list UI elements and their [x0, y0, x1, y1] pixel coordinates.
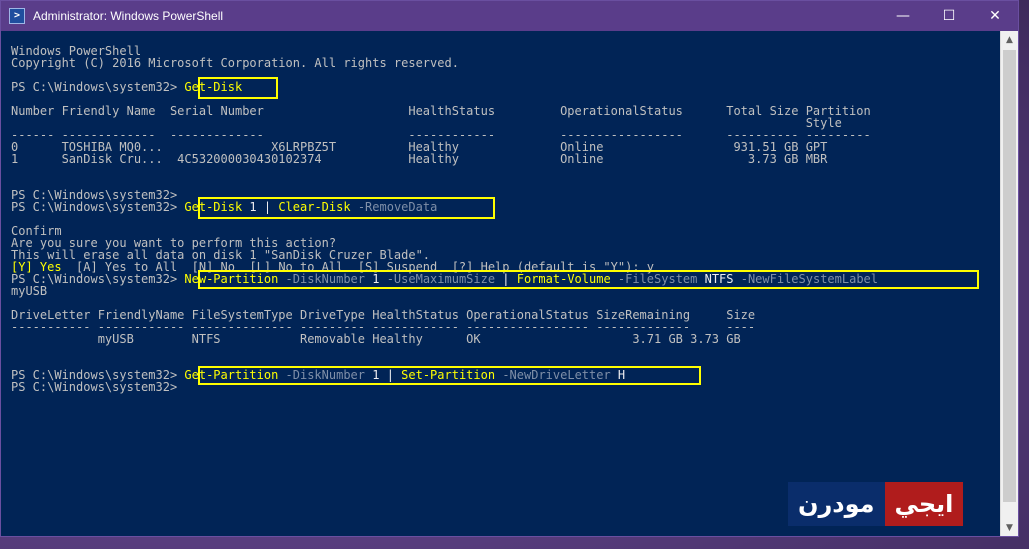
console-text: PS C:\Windows\system32>: [11, 80, 185, 94]
console-text: |: [495, 272, 517, 286]
close-button[interactable]: ✕: [972, 1, 1018, 31]
scroll-thumb[interactable]: [1003, 50, 1016, 502]
console-text: Get-Partition: [184, 368, 279, 382]
console-text: myUSB NTFS Removable Healthy OK 3.71 GB …: [11, 332, 741, 346]
console-text: -DiskNumber: [278, 272, 366, 286]
console-line: PS C:\Windows\system32> New-Partition -D…: [11, 273, 996, 285]
console-line: PS C:\Windows\system32>: [11, 381, 996, 393]
console-text: NTFS: [697, 272, 734, 286]
console-text: 1 SanDisk Cru... 4C532000030430102374 He…: [11, 152, 828, 166]
console-text: PS C:\Windows\system32>: [11, 200, 185, 214]
console-text: 1: [242, 200, 264, 214]
console-text: |: [386, 368, 394, 382]
watermark-logo: مودرن ايجي: [788, 482, 964, 526]
scroll-down-icon[interactable]: ▼: [1001, 519, 1018, 536]
console-text: -FileSystem: [610, 272, 698, 286]
console-text: -NewFileSystemLabel: [733, 272, 878, 286]
console-output[interactable]: Windows PowerShell Copyright (C) 2016 Mic…: [11, 45, 996, 535]
vertical-scrollbar[interactable]: ▲ ▼: [1000, 31, 1018, 536]
scroll-up-icon[interactable]: ▲: [1001, 31, 1018, 48]
console-text: Copyright (C) 2016 Microsoft Corporation…: [11, 56, 459, 70]
title-bar[interactable]: > Administrator: Windows PowerShell — ☐ …: [1, 1, 1018, 31]
console-text: PS C:\Windows\system32>: [11, 380, 178, 394]
console-text: Format-Volume: [516, 272, 611, 286]
console-line: PS C:\Windows\system32> Get-Disk 1 | Cle…: [11, 201, 996, 213]
powershell-icon: >: [9, 8, 25, 24]
console-text: -RemoveData: [350, 200, 438, 214]
console-text: -UseMaximumSize: [379, 272, 496, 286]
console-text: Set-Partition: [393, 368, 496, 382]
maximize-button[interactable]: ☐: [926, 1, 972, 31]
minimize-button[interactable]: —: [880, 1, 926, 31]
console-text: 1: [365, 272, 380, 286]
console-text: New-Partition: [184, 272, 279, 286]
logo-text-part1: مودرن: [788, 482, 885, 526]
window-title: Administrator: Windows PowerShell: [33, 9, 224, 23]
logo-text-part2: ايجي: [884, 482, 964, 526]
console-text: -DiskNumber: [278, 368, 366, 382]
console-text: Get-Disk: [184, 80, 243, 94]
console-text: H: [610, 368, 626, 382]
console-line: Copyright (C) 2016 Microsoft Corporation…: [11, 57, 996, 69]
console-text: -NewDriveLetter: [495, 368, 611, 382]
console-line: 1 SanDisk Cru... 4C532000030430102374 He…: [11, 153, 996, 165]
console-text: Get-Disk: [184, 200, 243, 214]
console-text: myUSB: [11, 284, 48, 298]
powershell-window: > Administrator: Windows PowerShell — ☐ …: [0, 0, 1019, 537]
console-text: Clear-Disk: [271, 200, 351, 214]
console-line: myUSB: [11, 285, 996, 297]
console-line: myUSB NTFS Removable Healthy OK 3.71 GB …: [11, 333, 996, 345]
console-text: 1: [365, 368, 387, 382]
console-line: PS C:\Windows\system32> Get-Disk: [11, 81, 996, 93]
